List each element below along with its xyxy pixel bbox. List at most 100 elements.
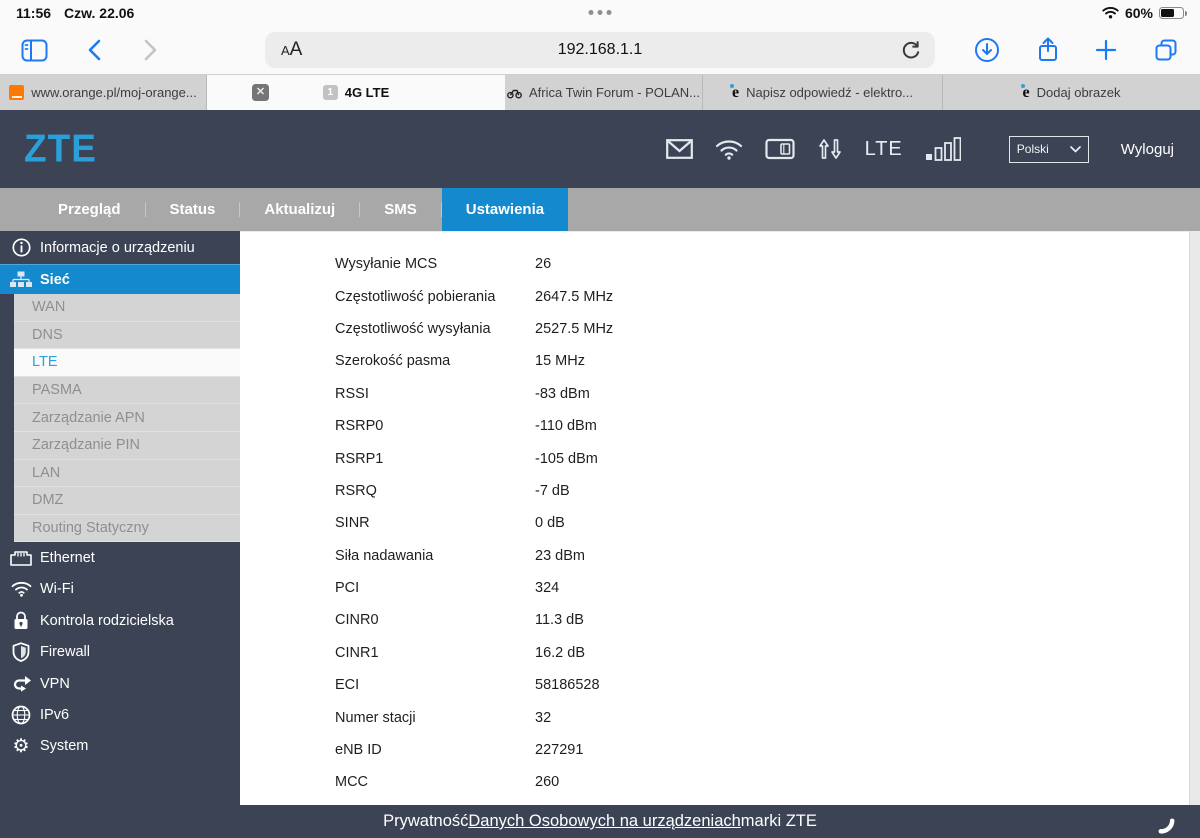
stat-value: 16.2 dB — [535, 644, 585, 661]
submenu-item-dns[interactable]: DNS — [14, 322, 240, 350]
stat-row: eNB ID 227291 — [240, 734, 1200, 766]
downloads-icon[interactable] — [973, 37, 1001, 63]
submenu-item-apn[interactable]: Zarządzanie APN — [14, 404, 240, 432]
sidebar-item-vpn[interactable]: VPN — [0, 668, 240, 699]
submenu-item-pin[interactable]: Zarządzanie PIN — [14, 432, 240, 460]
nav-status[interactable]: Status — [146, 188, 240, 231]
stat-row: SINR 0 dB — [240, 507, 1200, 539]
sidebar-item-label: Kontrola rodzicielska — [40, 612, 174, 629]
submenu-item-dmz[interactable]: DMZ — [14, 487, 240, 515]
nav-ustawienia[interactable]: Ustawienia — [441, 188, 569, 231]
address-bar[interactable]: AA 192.168.1.1 — [265, 32, 935, 68]
stat-row: RSRP0 -110 dBm — [240, 410, 1200, 442]
sidebar-item-label: Sieć — [40, 271, 70, 288]
submenu-item-routing[interactable]: Routing Statyczny — [14, 515, 240, 543]
sidebar-toggle-icon[interactable] — [20, 37, 48, 63]
tab-dodaj-obrazek[interactable]: e Dodaj obrazek — [943, 75, 1200, 110]
submenu-item-lan[interactable]: LAN — [14, 460, 240, 488]
tab-label: Africa Twin Forum - POLAN... — [529, 85, 700, 100]
sidebar-item-parental-control[interactable]: Kontrola rodzicielska — [0, 605, 240, 636]
stat-row: MCC 260 — [240, 766, 1200, 798]
reload-icon[interactable] — [897, 37, 925, 63]
signal-strength-icon — [925, 136, 961, 162]
zte-logo: ZTE — [24, 126, 97, 170]
wifi-icon[interactable] — [715, 139, 743, 160]
stat-value: 26 — [535, 256, 552, 273]
network-submenu: WAN DNS LTE PASMA Zarządzanie APN Zarząd… — [14, 294, 240, 543]
privacy-text-suffix: marki ZTE — [740, 812, 817, 830]
page-body: Informacje o urządzeniu Sieć WAN DNS LTE… — [0, 231, 1200, 805]
close-tab-icon[interactable]: ✕ — [252, 84, 269, 101]
stat-row: Numer stacji 32 — [240, 701, 1200, 733]
lock-icon — [9, 611, 33, 630]
stat-value: -110 dBm — [535, 418, 597, 435]
sim-card-icon[interactable] — [764, 138, 795, 160]
privacy-link[interactable]: Danych Osobowych na urządzeniach — [468, 812, 740, 831]
back-button-icon[interactable] — [80, 37, 108, 63]
stat-value: 23 dBm — [535, 547, 585, 564]
nav-przeglad[interactable]: Przegląd — [34, 188, 145, 231]
stat-value: -105 dBm — [535, 450, 598, 467]
sidebar-item-firewall[interactable]: Firewall — [0, 637, 240, 668]
stat-label: Szerokość pasma — [335, 353, 451, 370]
stat-label: CINR1 — [335, 644, 379, 661]
stat-row: Częstotliwość wysyłania 2527.5 MHz — [240, 313, 1200, 345]
share-icon[interactable] — [1034, 37, 1062, 63]
tab-bar: www.orange.pl/moj-orange... ✕ 1 4G LTE A… — [0, 75, 1200, 110]
sidebar-item-label: IPv6 — [40, 706, 70, 723]
gear-icon: ⚙ — [12, 735, 30, 757]
ipv6-globe-icon — [9, 705, 33, 725]
wifi-icon — [9, 581, 33, 598]
tab-africa-twin-forum[interactable]: Africa Twin Forum - POLAN... — [505, 75, 703, 110]
stat-label: Siła nadawania — [335, 547, 434, 564]
network-tree-icon — [9, 271, 33, 288]
sidebar-item-system[interactable]: ⚙ System — [0, 731, 240, 762]
stat-label: RSSI — [335, 385, 369, 402]
language-select[interactable]: Polski — [1008, 135, 1089, 163]
submenu-item-wan[interactable]: WAN — [14, 294, 240, 322]
sidebar-item-ethernet[interactable]: Ethernet — [0, 542, 240, 573]
ethernet-icon — [9, 550, 33, 567]
nav-sms[interactable]: SMS — [360, 188, 441, 231]
traffic-up-down-icon[interactable] — [817, 137, 843, 161]
vpn-arrows-icon — [9, 675, 33, 693]
new-tab-icon[interactable] — [1092, 37, 1120, 63]
sidebar-item-label: VPN — [40, 675, 70, 692]
multitasking-indicator-icon[interactable] — [588, 10, 612, 15]
safari-toolbar: AA 192.168.1.1 — [0, 25, 1200, 75]
battery-icon — [1159, 6, 1187, 19]
status-right: 60% — [1102, 5, 1187, 21]
sidebar-item-label: System — [40, 738, 89, 755]
forward-button-icon[interactable] — [136, 37, 164, 63]
stat-label: PCI — [335, 580, 360, 597]
stat-value: 11.3 dB — [535, 612, 584, 629]
tab-4g-lte[interactable]: ✕ 1 4G LTE — [207, 75, 505, 110]
chevron-down-icon — [1069, 145, 1081, 153]
privacy-text-prefix: Prywatność — [383, 812, 469, 830]
date: Czw. 22.06 — [64, 4, 135, 21]
stat-row: RSRQ -7 dB — [240, 475, 1200, 507]
tabs-overview-icon[interactable] — [1152, 37, 1180, 63]
stat-row: Szerokość pasma 15 MHz — [240, 345, 1200, 377]
scrollbar[interactable] — [1189, 231, 1200, 805]
header-status-icons: LTE Polski Wyloguj — [665, 135, 1174, 163]
crescent-moon-icon[interactable] — [1157, 817, 1176, 836]
sidebar-item-device-info[interactable]: Informacje o urządzeniu — [0, 231, 240, 264]
stat-row: Siła nadawania 23 dBm — [240, 540, 1200, 572]
mail-icon[interactable] — [665, 139, 693, 159]
logout-button[interactable]: Wyloguj — [1121, 141, 1174, 158]
nav-aktualizuj[interactable]: Aktualizuj — [240, 188, 359, 231]
stat-label: ECI — [335, 677, 360, 694]
sidebar-item-wifi[interactable]: Wi-Fi — [0, 574, 240, 605]
main-nav: Przegląd Status Aktualizuj SMS Ustawieni… — [0, 188, 1200, 231]
sidebar-item-label: Firewall — [40, 644, 90, 661]
sidebar-item-ipv6[interactable]: IPv6 — [0, 699, 240, 730]
submenu-item-pasma[interactable]: PASMA — [14, 377, 240, 405]
stat-value: 324 — [535, 580, 560, 597]
submenu-item-lte[interactable]: LTE — [14, 349, 240, 377]
stat-value: 2527.5 MHz — [535, 320, 614, 337]
tab-label: Dodaj obrazek — [1036, 85, 1121, 100]
tab-orange[interactable]: www.orange.pl/moj-orange... — [0, 75, 207, 110]
tab-napisz-odpowiedz[interactable]: e Napisz odpowiedź - elektro... — [703, 75, 943, 110]
sidebar-item-network[interactable]: Sieć — [0, 264, 240, 294]
